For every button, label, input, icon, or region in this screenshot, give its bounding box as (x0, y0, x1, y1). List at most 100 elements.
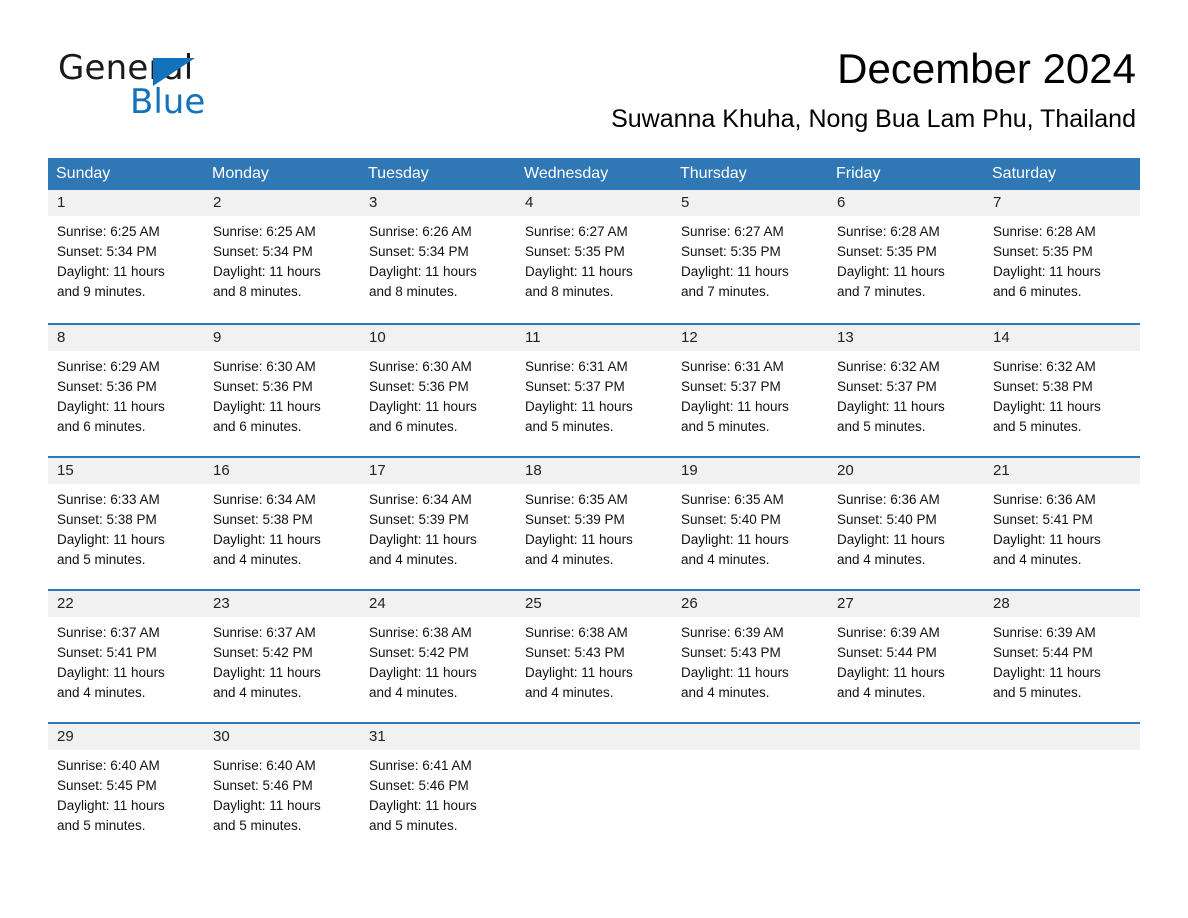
day-number (828, 724, 984, 750)
day-info (672, 750, 828, 756)
day-cell[interactable]: 20 Sunrise: 6:36 AM Sunset: 5:40 PM Dayl… (828, 458, 984, 589)
sunrise-text: Sunrise: 6:25 AM (57, 224, 160, 239)
page-title: December 2024 (837, 45, 1136, 92)
day-info: Sunrise: 6:40 AM Sunset: 5:45 PM Dayligh… (48, 750, 204, 836)
day-cell[interactable]: 4 Sunrise: 6:27 AM Sunset: 5:35 PM Dayli… (516, 190, 672, 323)
day-info: Sunrise: 6:29 AM Sunset: 5:36 PM Dayligh… (48, 351, 204, 437)
sunset-text: Sunset: 5:38 PM (993, 379, 1093, 394)
day-cell[interactable]: 16 Sunrise: 6:34 AM Sunset: 5:38 PM Dayl… (204, 458, 360, 589)
day-cell[interactable]: 17 Sunrise: 6:34 AM Sunset: 5:39 PM Dayl… (360, 458, 516, 589)
sunrise-text: Sunrise: 6:27 AM (681, 224, 784, 239)
sunset-text: Sunset: 5:36 PM (213, 379, 313, 394)
daylight-text-line2: and 4 minutes. (993, 552, 1082, 567)
day-info: Sunrise: 6:36 AM Sunset: 5:41 PM Dayligh… (984, 484, 1140, 570)
sunset-text: Sunset: 5:41 PM (993, 512, 1093, 527)
sunset-text: Sunset: 5:42 PM (213, 645, 313, 660)
day-number: 26 (672, 591, 828, 617)
sunrise-text: Sunrise: 6:35 AM (525, 492, 628, 507)
sunset-text: Sunset: 5:35 PM (993, 244, 1093, 259)
title-block: December 2024 Suwanna Khuha, Nong Bua La… (611, 44, 1136, 134)
daylight-text-line2: and 5 minutes. (525, 419, 614, 434)
day-cell[interactable]: 7 Sunrise: 6:28 AM Sunset: 5:35 PM Dayli… (984, 190, 1140, 323)
sunrise-text: Sunrise: 6:30 AM (369, 359, 472, 374)
sunset-text: Sunset: 5:43 PM (681, 645, 781, 660)
day-cell[interactable]: 6 Sunrise: 6:28 AM Sunset: 5:35 PM Dayli… (828, 190, 984, 323)
day-cell[interactable]: 12 Sunrise: 6:31 AM Sunset: 5:37 PM Dayl… (672, 325, 828, 456)
sunset-text: Sunset: 5:37 PM (681, 379, 781, 394)
day-cell[interactable]: 19 Sunrise: 6:35 AM Sunset: 5:40 PM Dayl… (672, 458, 828, 589)
sunset-text: Sunset: 5:39 PM (369, 512, 469, 527)
day-cell[interactable]: 1 Sunrise: 6:25 AM Sunset: 5:34 PM Dayli… (48, 190, 204, 323)
day-number: 19 (672, 458, 828, 484)
sunset-text: Sunset: 5:35 PM (525, 244, 625, 259)
daylight-text-line2: and 6 minutes. (213, 419, 302, 434)
sunrise-text: Sunrise: 6:38 AM (369, 625, 472, 640)
day-info: Sunrise: 6:35 AM Sunset: 5:39 PM Dayligh… (516, 484, 672, 570)
day-cell[interactable]: 11 Sunrise: 6:31 AM Sunset: 5:37 PM Dayl… (516, 325, 672, 456)
day-number: 18 (516, 458, 672, 484)
daylight-text-line2: and 4 minutes. (525, 685, 614, 700)
daylight-text-line2: and 4 minutes. (213, 552, 302, 567)
day-cell[interactable]: 31 Sunrise: 6:41 AM Sunset: 5:46 PM Dayl… (360, 724, 516, 855)
calendar-grid: Sunday Monday Tuesday Wednesday Thursday… (48, 158, 1140, 855)
sunset-text: Sunset: 5:40 PM (837, 512, 937, 527)
day-cell[interactable]: 10 Sunrise: 6:30 AM Sunset: 5:36 PM Dayl… (360, 325, 516, 456)
day-cell[interactable]: 5 Sunrise: 6:27 AM Sunset: 5:35 PM Dayli… (672, 190, 828, 323)
day-cell[interactable]: 8 Sunrise: 6:29 AM Sunset: 5:36 PM Dayli… (48, 325, 204, 456)
day-cell[interactable]: 25 Sunrise: 6:38 AM Sunset: 5:43 PM Dayl… (516, 591, 672, 722)
daylight-text-line1: Daylight: 11 hours (993, 399, 1101, 414)
daylight-text-line1: Daylight: 11 hours (681, 264, 789, 279)
day-cell[interactable]: 28 Sunrise: 6:39 AM Sunset: 5:44 PM Dayl… (984, 591, 1140, 722)
weekday-sunday: Sunday (56, 165, 111, 182)
day-info (984, 750, 1140, 756)
daylight-text-line1: Daylight: 11 hours (369, 798, 477, 813)
daylight-text-line2: and 9 minutes. (57, 284, 146, 299)
daylight-text-line1: Daylight: 11 hours (525, 264, 633, 279)
sunset-text: Sunset: 5:36 PM (369, 379, 469, 394)
week-row: 22 Sunrise: 6:37 AM Sunset: 5:41 PM Dayl… (48, 589, 1140, 722)
sunset-text: Sunset: 5:38 PM (57, 512, 157, 527)
daylight-text-line2: and 5 minutes. (681, 419, 770, 434)
day-number: 28 (984, 591, 1140, 617)
weekday-saturday: Saturday (992, 165, 1057, 182)
sunset-text: Sunset: 5:35 PM (681, 244, 781, 259)
sunrise-text: Sunrise: 6:27 AM (525, 224, 628, 239)
daylight-text-line1: Daylight: 11 hours (213, 532, 321, 547)
day-cell[interactable]: 14 Sunrise: 6:32 AM Sunset: 5:38 PM Dayl… (984, 325, 1140, 456)
generalblue-logo[interactable]: General Blue (58, 48, 318, 124)
weekday-friday: Friday (836, 165, 881, 182)
sunrise-text: Sunrise: 6:37 AM (213, 625, 316, 640)
sunset-text: Sunset: 5:40 PM (681, 512, 781, 527)
day-cell[interactable]: 2 Sunrise: 6:25 AM Sunset: 5:34 PM Dayli… (204, 190, 360, 323)
sunset-text: Sunset: 5:34 PM (213, 244, 313, 259)
day-cell[interactable]: 9 Sunrise: 6:30 AM Sunset: 5:36 PM Dayli… (204, 325, 360, 456)
day-cell[interactable]: 13 Sunrise: 6:32 AM Sunset: 5:37 PM Dayl… (828, 325, 984, 456)
day-cell[interactable]: 21 Sunrise: 6:36 AM Sunset: 5:41 PM Dayl… (984, 458, 1140, 589)
page-subtitle: Suwanna Khuha, Nong Bua Lam Phu, Thailan… (611, 105, 1136, 133)
day-number: 2 (204, 190, 360, 216)
day-number: 3 (360, 190, 516, 216)
day-number: 8 (48, 325, 204, 351)
day-cell[interactable]: 3 Sunrise: 6:26 AM Sunset: 5:34 PM Dayli… (360, 190, 516, 323)
day-cell[interactable]: 22 Sunrise: 6:37 AM Sunset: 5:41 PM Dayl… (48, 591, 204, 722)
daylight-text-line2: and 4 minutes. (525, 552, 614, 567)
day-cell[interactable]: 30 Sunrise: 6:40 AM Sunset: 5:46 PM Dayl… (204, 724, 360, 855)
sunset-text: Sunset: 5:44 PM (837, 645, 937, 660)
week-row: 1 Sunrise: 6:25 AM Sunset: 5:34 PM Dayli… (48, 190, 1140, 323)
sunrise-text: Sunrise: 6:39 AM (681, 625, 784, 640)
day-number: 16 (204, 458, 360, 484)
day-cell-empty (828, 724, 984, 855)
day-cell[interactable]: 18 Sunrise: 6:35 AM Sunset: 5:39 PM Dayl… (516, 458, 672, 589)
day-info: Sunrise: 6:38 AM Sunset: 5:42 PM Dayligh… (360, 617, 516, 703)
page-header: General Blue December 2024 Suwanna Khuha… (0, 0, 1188, 133)
day-cell[interactable]: 15 Sunrise: 6:33 AM Sunset: 5:38 PM Dayl… (48, 458, 204, 589)
day-info: Sunrise: 6:33 AM Sunset: 5:38 PM Dayligh… (48, 484, 204, 570)
day-cell[interactable]: 26 Sunrise: 6:39 AM Sunset: 5:43 PM Dayl… (672, 591, 828, 722)
day-cell[interactable]: 23 Sunrise: 6:37 AM Sunset: 5:42 PM Dayl… (204, 591, 360, 722)
sunrise-text: Sunrise: 6:31 AM (681, 359, 784, 374)
daylight-text-line2: and 4 minutes. (681, 685, 770, 700)
day-cell[interactable]: 27 Sunrise: 6:39 AM Sunset: 5:44 PM Dayl… (828, 591, 984, 722)
day-cell[interactable]: 29 Sunrise: 6:40 AM Sunset: 5:45 PM Dayl… (48, 724, 204, 855)
day-cell-empty (984, 724, 1140, 855)
day-cell[interactable]: 24 Sunrise: 6:38 AM Sunset: 5:42 PM Dayl… (360, 591, 516, 722)
